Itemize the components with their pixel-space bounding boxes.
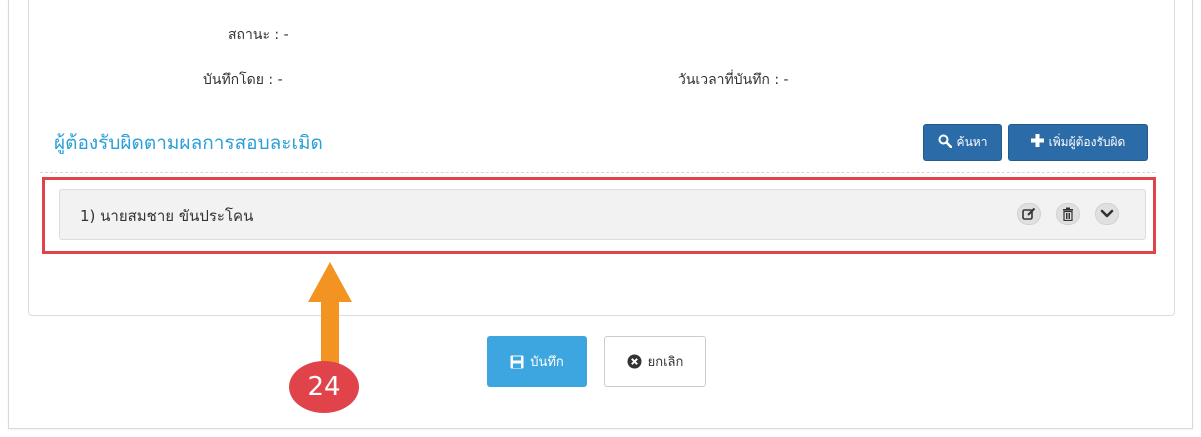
- save-button[interactable]: บันทึก: [487, 336, 587, 387]
- search-button-label: ค้นหา: [956, 135, 988, 149]
- highlight-frame: [42, 177, 1156, 254]
- arrow-up-icon: [308, 262, 352, 370]
- status-label: สถานะ : -: [228, 27, 289, 43]
- search-button[interactable]: ค้นหา: [923, 124, 1002, 161]
- save-icon: [510, 355, 524, 369]
- cancel-button-label: ยกเลิก: [647, 355, 684, 370]
- section-divider: [40, 172, 1155, 173]
- save-button-label: บันทึก: [530, 355, 564, 370]
- search-icon: [938, 134, 952, 152]
- recorded-by-label: บันทึกโดย : -: [203, 72, 283, 88]
- step-number-badge: 24: [289, 361, 359, 413]
- add-responsible-button-label: เพิ่มผู้ต้องรับผิด: [1048, 135, 1126, 149]
- cancel-icon: [627, 354, 642, 369]
- plus-icon: [1030, 134, 1044, 151]
- details-panel: [28, 0, 1175, 316]
- recorded-at-label: วันเวลาที่บันทึก : -: [678, 72, 789, 88]
- section-title: ผู้ต้องรับผิดตามผลการสอบละเมิด: [54, 132, 323, 154]
- cancel-button[interactable]: ยกเลิก: [604, 336, 706, 387]
- add-responsible-button[interactable]: เพิ่มผู้ต้องรับผิด: [1008, 124, 1148, 161]
